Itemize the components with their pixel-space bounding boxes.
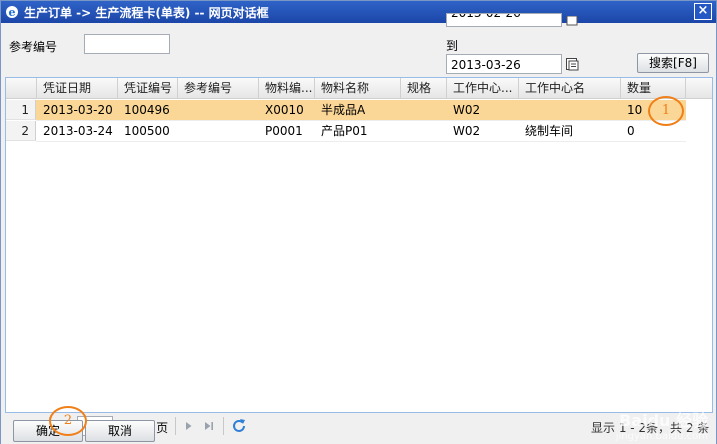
column-header[interactable]: 工作中心... [447,78,519,99]
ref-no-input[interactable] [84,34,170,54]
date-to-input[interactable]: 2013-03-26 [446,54,562,74]
watermark-line-2: jingyan.baidu.com [615,431,708,442]
ie-icon: e [4,4,20,20]
title-bar[interactable]: e 生产订单 -> 生产流程卡(单表) -- 网页对话框 × [1,1,716,23]
annotation-marker-1: 1 [648,96,684,126]
column-header[interactable]: 物料名称 [315,78,401,99]
column-header[interactable]: 物料编... [259,78,315,99]
svg-text:e: e [9,6,16,19]
cancel-button[interactable]: 取消 [85,420,155,442]
dialog-window: e 生产订单 -> 生产流程卡(单表) -- 网页对话框 × 2013-02-2… [0,0,717,444]
table-cell [401,100,447,120]
ref-no-label: 参考编号 [9,40,58,54]
column-header[interactable]: 参考编号 [178,78,259,99]
last-page-icon[interactable] [201,418,217,434]
column-header[interactable]: 凭证编号 [118,78,178,99]
refresh-icon[interactable] [231,418,247,434]
window-title: 生产订单 -> 生产流程卡(单表) -- 网页对话框 [24,5,269,20]
table-cell: 半成品A [321,103,366,117]
table-cell: 100496 [124,103,170,117]
table-cell: 2013-03-20 [43,103,113,117]
pager-separator [175,417,176,435]
table-cell [178,100,259,120]
table-cell: 产品P01 [321,124,368,138]
table-cell: 绕制车间 [525,124,574,138]
table-row[interactable]: 2 2013-03-24 100500 P0001 产品P01 W02 绕制车间… [6,121,686,141]
watermark: Baidu 经验 jingyan.baidu.com [616,407,708,442]
date-from-input[interactable]: 2013-02-26 [446,13,562,27]
row-number: 2 [6,121,36,141]
row-divider [36,141,686,142]
table-cell: 100500 [124,124,170,138]
table-cell [178,121,259,141]
table-cell: W02 [453,103,481,117]
to-label: 到 [446,39,459,53]
search-button[interactable]: 搜索[F8] [637,53,709,73]
table-cell: 10 [627,103,643,117]
pager-separator [223,417,224,435]
date-from-picker-icon[interactable] [564,15,580,27]
column-header[interactable]: 工作中心名 [519,78,621,99]
table-cell: W02 [453,124,481,138]
annotation-marker-2: 2 [49,406,87,436]
calendar-icon[interactable] [564,55,580,73]
column-header[interactable]: 规格 [401,78,447,99]
column-header[interactable]: 凭证日期 [37,78,118,99]
data-grid: 凭证日期 凭证编号 参考编号 物料编... 物料名称 规格 工作中心... 工作… [5,77,713,413]
grid-header: 凭证日期 凭证编号 参考编号 物料编... 物料名称 规格 工作中心... 工作… [6,78,712,99]
table-row[interactable]: 1 2013-03-20 100496 X0010 半成品A W02 10 [6,100,686,120]
next-page-icon[interactable] [181,418,197,434]
date-from-value: 2013-02-26 [451,13,521,20]
column-header[interactable]: 数量 [621,78,686,99]
row-number: 1 [6,100,36,120]
close-button[interactable]: × [694,3,712,20]
table-cell [401,121,447,141]
table-cell: P0001 [265,124,303,138]
watermark-line-1: Baidu 经验 [619,411,708,430]
table-cell: 2013-03-24 [43,124,113,138]
table-cell [519,100,621,120]
table-cell: X0010 [265,103,304,117]
row-number-header [6,78,37,99]
dialog-body: 2013-02-26 参考编号 到 2013-03-26 搜索[F8] 凭证日期… [1,13,716,444]
table-cell: 0 [627,124,635,138]
